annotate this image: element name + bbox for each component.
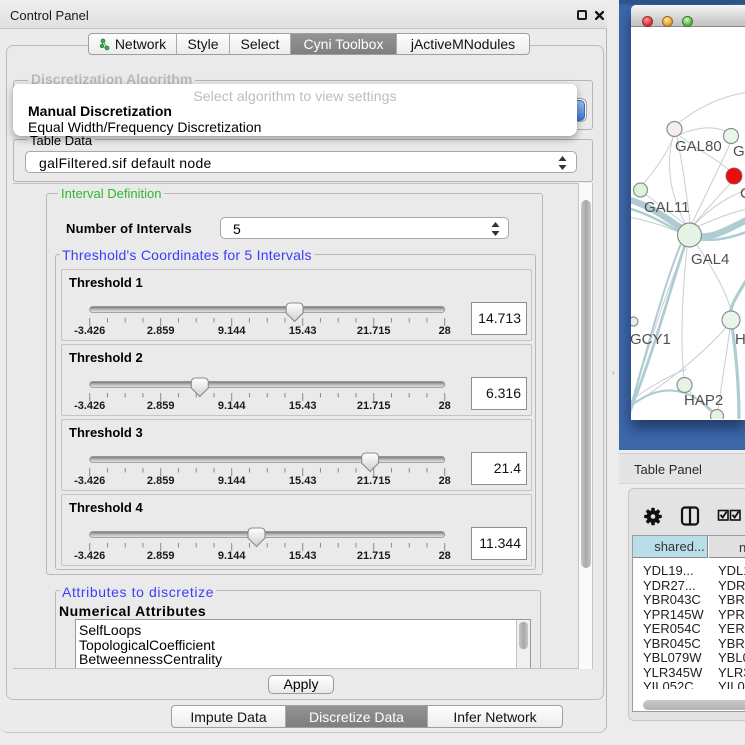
svg-text:GAL4: GAL4 xyxy=(691,251,729,268)
svg-text:9.144: 9.144 xyxy=(218,550,246,562)
svg-text:2.859: 2.859 xyxy=(147,475,175,487)
svg-text:28: 28 xyxy=(439,400,451,412)
svg-text:HI: HI xyxy=(735,331,745,348)
svg-text:9.144: 9.144 xyxy=(218,475,246,487)
svg-text:C: C xyxy=(740,185,745,202)
svg-text:21.715: 21.715 xyxy=(357,475,391,487)
svg-text:GAL80: GAL80 xyxy=(675,138,722,155)
svg-text:9.144: 9.144 xyxy=(218,400,246,412)
svg-text:GAL11: GAL11 xyxy=(644,199,690,216)
svg-text:28: 28 xyxy=(439,475,451,487)
svg-text:-3.426: -3.426 xyxy=(74,550,105,562)
svg-text:2.859: 2.859 xyxy=(147,325,175,337)
svg-text:21.715: 21.715 xyxy=(357,550,391,562)
svg-text:GCY1: GCY1 xyxy=(631,331,671,348)
svg-text:28: 28 xyxy=(439,550,451,562)
svg-text:HAP2: HAP2 xyxy=(684,392,723,409)
svg-text:-3.426: -3.426 xyxy=(74,475,105,487)
svg-text:15.43: 15.43 xyxy=(289,400,317,412)
svg-text:21.715: 21.715 xyxy=(357,325,391,337)
svg-text:2.859: 2.859 xyxy=(147,550,175,562)
svg-text:-3.426: -3.426 xyxy=(74,325,105,337)
svg-text:GA: GA xyxy=(733,143,745,160)
svg-text:15.43: 15.43 xyxy=(289,475,317,487)
svg-text:9.144: 9.144 xyxy=(218,325,246,337)
svg-text:21.715: 21.715 xyxy=(357,400,391,412)
svg-text:28: 28 xyxy=(439,325,451,337)
svg-text:15.43: 15.43 xyxy=(289,325,317,337)
svg-text:15.43: 15.43 xyxy=(289,550,317,562)
svg-text:-3.426: -3.426 xyxy=(74,400,105,412)
svg-text:2.859: 2.859 xyxy=(147,400,175,412)
